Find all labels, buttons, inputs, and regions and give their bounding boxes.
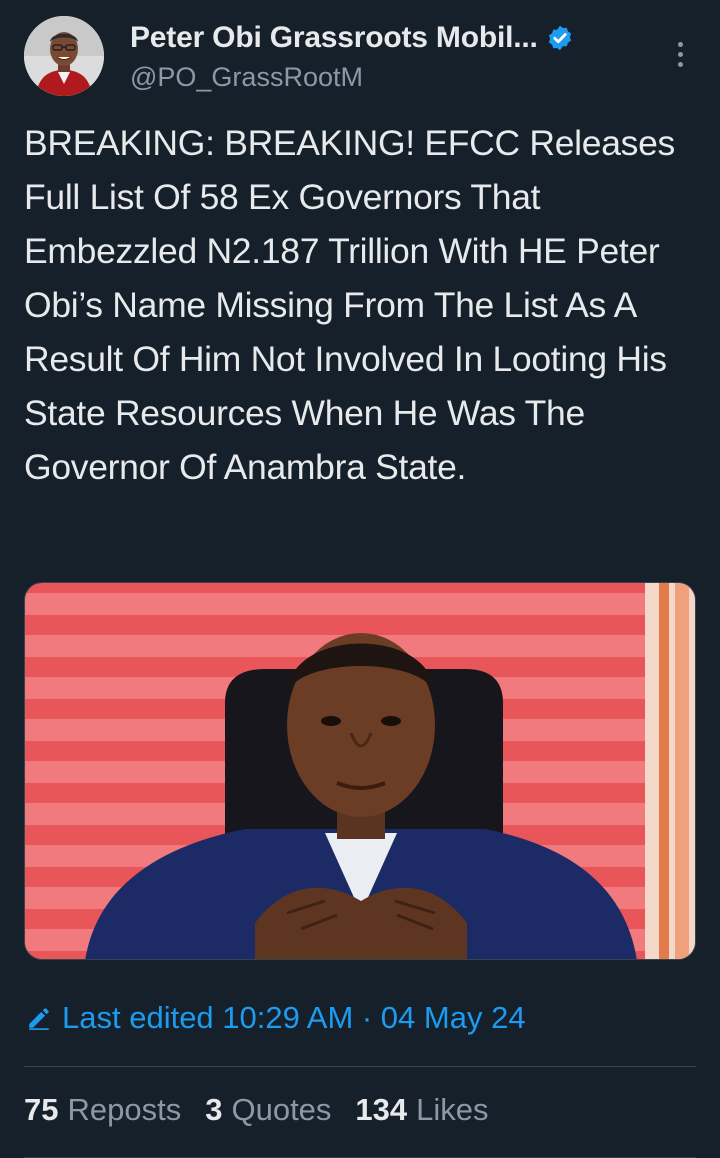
quotes-stat[interactable]: 3 Quotes — [205, 1092, 331, 1128]
quotes-label: Quotes — [231, 1092, 332, 1127]
portrait-photo-icon — [25, 583, 695, 959]
name-row: Peter Obi Grassroots Mobil... — [130, 18, 574, 58]
author-handle[interactable]: @PO_GrassRootM — [130, 62, 363, 93]
pencil-icon — [29, 1008, 49, 1030]
tweet-stats: 75 Reposts 3 Quotes 134 Likes — [24, 1092, 513, 1128]
more-options-icon[interactable] — [668, 34, 692, 74]
last-edited-text: Last edited 10:29 AM · 04 May 24 — [62, 1000, 526, 1035]
quotes-count: 3 — [205, 1092, 223, 1127]
likes-stat[interactable]: 134 Likes — [355, 1092, 488, 1128]
likes-count: 134 — [355, 1092, 408, 1127]
avatar[interactable] — [24, 16, 104, 96]
author-display-name[interactable]: Peter Obi Grassroots Mobil... — [130, 21, 538, 55]
likes-label: Likes — [416, 1092, 489, 1127]
tweet-text: BREAKING: BREAKING! EFCC Releases Full L… — [24, 123, 675, 487]
reposts-count: 75 — [24, 1092, 59, 1127]
verified-badge-icon — [548, 25, 571, 51]
reposts-stat[interactable]: 75 Reposts — [24, 1092, 181, 1128]
tweet-header: Peter Obi Grassroots Mobil... @PO_GrassR… — [24, 16, 696, 100]
divider — [24, 1066, 696, 1067]
last-edited-link[interactable]: Last edited 10:29 AM · 04 May 24 — [26, 1000, 526, 1036]
tweet-media-image[interactable] — [24, 582, 696, 960]
profile-photo-icon — [24, 16, 104, 96]
reposts-label: Reposts — [67, 1092, 182, 1127]
